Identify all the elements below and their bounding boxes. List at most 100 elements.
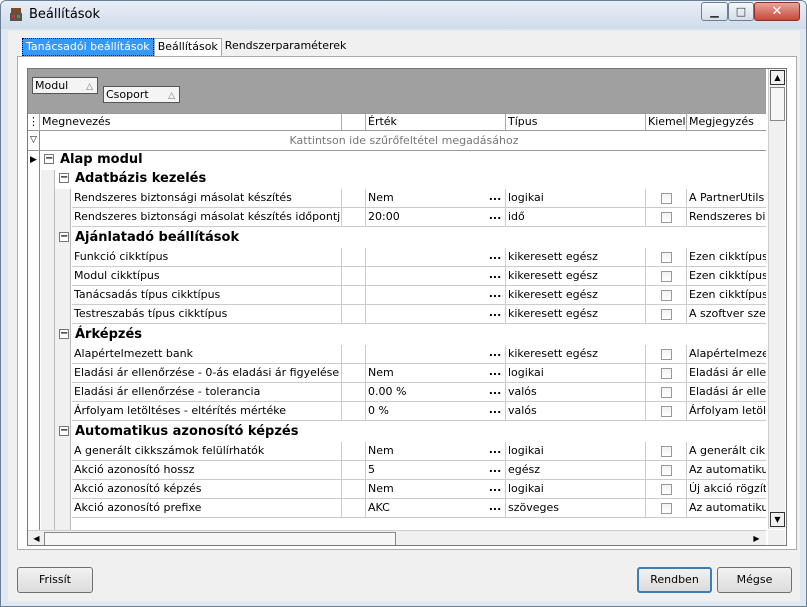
ellipsis-button[interactable]: ...	[486, 480, 504, 498]
close-button[interactable]: ✕	[754, 2, 800, 21]
cell-value[interactable]	[366, 305, 506, 323]
cell-value[interactable]: Nem	[366, 189, 506, 207]
table-row[interactable]: Alapértelmezett bank ... kikeresett egés…	[72, 345, 766, 364]
cell-type: valós	[506, 383, 646, 401]
col-kiemelt[interactable]: Kiemelt	[646, 114, 687, 131]
scroll-left-icon[interactable]: ◀	[29, 532, 44, 545]
table-row[interactable]: Modul cikktípus ... kikeresett egész Eze…	[72, 267, 766, 286]
ellipsis-button[interactable]: ...	[486, 402, 504, 420]
group-chip-modul[interactable]: Modul △	[32, 77, 98, 94]
highlight-checkbox[interactable]	[661, 387, 672, 398]
table-row[interactable]: A generált cikkszámok felülírhatók Nem .…	[72, 442, 766, 461]
cell-value[interactable]: 5	[366, 461, 506, 479]
scroll-right-icon[interactable]: ▶	[749, 532, 764, 545]
tab-advisor-settings[interactable]: Tanácsadói beállítások	[22, 38, 154, 56]
tab-settings[interactable]: Beállítások	[153, 38, 222, 56]
cell-value[interactable]	[366, 248, 506, 266]
cell-value[interactable]	[366, 345, 506, 363]
refresh-button[interactable]: Frissít	[17, 567, 93, 593]
column-header: ⋮ Megnevezés Érték Típus Kiemelt Megjegy…	[28, 113, 766, 131]
table-row[interactable]: Tanácsadás típus cikktípus ... kikereset…	[72, 286, 766, 305]
highlight-checkbox[interactable]	[661, 290, 672, 301]
filter-row[interactable]: ▽ Kattintson ide szűrőfeltétel megadásáh…	[28, 131, 766, 151]
minimize-button[interactable]: ▁	[701, 2, 728, 21]
collapse-icon[interactable]: −	[59, 173, 69, 183]
highlight-checkbox[interactable]	[661, 406, 672, 417]
tab-system-parameters[interactable]: Rendszerparaméterek	[222, 38, 350, 56]
table-row[interactable]: Akció azonosító hossz 5 ... egész Az aut…	[72, 461, 766, 480]
highlight-checkbox[interactable]	[661, 368, 672, 379]
ellipsis-button[interactable]: ...	[486, 248, 504, 266]
group-adatbazis[interactable]: − Adatbázis kezelés	[59, 170, 206, 189]
group-automatikus-azonosito[interactable]: − Automatikus azonosító képzés	[59, 423, 298, 442]
cell-spacer	[342, 461, 366, 479]
highlight-checkbox[interactable]	[661, 484, 672, 495]
col-tipus[interactable]: Típus	[506, 114, 646, 131]
cell-value[interactable]	[366, 267, 506, 285]
ellipsis-button[interactable]: ...	[486, 364, 504, 382]
cell-value[interactable]: Nem	[366, 480, 506, 498]
table-row[interactable]: Rendszeres biztonsági másolat készítés N…	[72, 189, 766, 208]
table-row[interactable]: Árfolyam letöltéses - eltérítés mértéke …	[72, 402, 766, 421]
ellipsis-button[interactable]: ...	[486, 442, 504, 460]
highlight-checkbox[interactable]	[661, 271, 672, 282]
cell-value[interactable]: 0 %	[366, 402, 506, 420]
table-row[interactable]: Eladási ár ellenőrzése - 0-ás eladási ár…	[72, 364, 766, 383]
horizontal-scroll-thumb[interactable]	[44, 532, 396, 545]
ellipsis-button[interactable]: ...	[486, 286, 504, 304]
cell-value[interactable]: 0.00 %	[366, 383, 506, 401]
highlight-checkbox[interactable]	[661, 503, 672, 514]
table-row[interactable]: Rendszeres biztonsági másolat készítés i…	[72, 208, 766, 227]
highlight-checkbox[interactable]	[661, 252, 672, 263]
highlight-checkbox[interactable]	[661, 309, 672, 320]
highlight-checkbox[interactable]	[661, 193, 672, 204]
highlight-checkbox[interactable]	[661, 349, 672, 360]
group-alap-modul[interactable]: − Alap modul	[44, 151, 143, 170]
group-arkepzes[interactable]: − Árképzés	[59, 326, 142, 345]
col-megjegyzes[interactable]: Megjegyzés	[687, 114, 766, 131]
col-megnevezes[interactable]: Megnevezés	[40, 114, 342, 131]
ellipsis-button[interactable]: ...	[486, 461, 504, 479]
collapse-icon[interactable]: −	[44, 154, 54, 164]
collapse-icon[interactable]: −	[59, 426, 69, 436]
highlight-checkbox[interactable]	[661, 446, 672, 457]
collapse-icon[interactable]: −	[59, 329, 69, 339]
horizontal-scrollbar[interactable]: ◀ ▶	[28, 530, 766, 545]
ellipsis-button[interactable]: ...	[486, 345, 504, 363]
scroll-down-icon[interactable]: ▼	[770, 512, 785, 527]
ellipsis-button[interactable]: ...	[486, 189, 504, 207]
cell-value[interactable]: Nem	[366, 364, 506, 382]
collapse-icon[interactable]: −	[59, 232, 69, 242]
table-row[interactable]: Eladási ár ellenőrzése - tolerancia 0.00…	[72, 383, 766, 402]
ellipsis-button[interactable]: ...	[486, 208, 504, 226]
column-chooser-icon[interactable]: ⋮	[28, 114, 40, 131]
ellipsis-button[interactable]: ...	[486, 267, 504, 285]
table-row[interactable]: Funkció cikktípus ... kikeresett egész E…	[72, 248, 766, 267]
table-row[interactable]: Akció azonosító prefixe AKC ... szöveges…	[72, 499, 766, 518]
ok-button[interactable]: Rendben	[637, 567, 712, 593]
ellipsis-button[interactable]: ...	[486, 499, 504, 517]
cell-type: logikai	[506, 480, 646, 498]
ellipsis-button[interactable]: ...	[486, 305, 504, 323]
settings-window: Beállítások ▁ □ ✕ Tanácsadói beállítások…	[0, 0, 807, 607]
scroll-up-icon[interactable]: ▲	[770, 70, 785, 85]
maximize-button[interactable]: □	[728, 2, 754, 21]
cell-value[interactable]: 20:00	[366, 208, 506, 226]
table-row[interactable]: Testreszabás típus cikktípus ... kikeres…	[72, 305, 766, 324]
table-row[interactable]: Akció azonosító képzés Nem ... logikai Ú…	[72, 480, 766, 499]
group-chip-csoport[interactable]: Csoport △	[103, 86, 180, 103]
cell-value[interactable]: Nem	[366, 442, 506, 460]
cell-highlight	[646, 305, 687, 323]
group-label: Ajánlatadó beállítások	[75, 230, 240, 245]
highlight-checkbox[interactable]	[661, 465, 672, 476]
cell-type: kikeresett egész	[506, 286, 646, 304]
group-ajanlatado[interactable]: − Ajánlatadó beállítások	[59, 229, 239, 248]
cell-value[interactable]: AKC	[366, 499, 506, 517]
vertical-scrollbar[interactable]: ▲ ▼	[768, 69, 785, 529]
col-ertek[interactable]: Érték	[366, 114, 506, 131]
cancel-button[interactable]: Mégse	[717, 567, 792, 593]
cell-value[interactable]	[366, 286, 506, 304]
vertical-scroll-thumb[interactable]	[770, 87, 785, 121]
ellipsis-button[interactable]: ...	[486, 383, 504, 401]
highlight-checkbox[interactable]	[661, 212, 672, 223]
